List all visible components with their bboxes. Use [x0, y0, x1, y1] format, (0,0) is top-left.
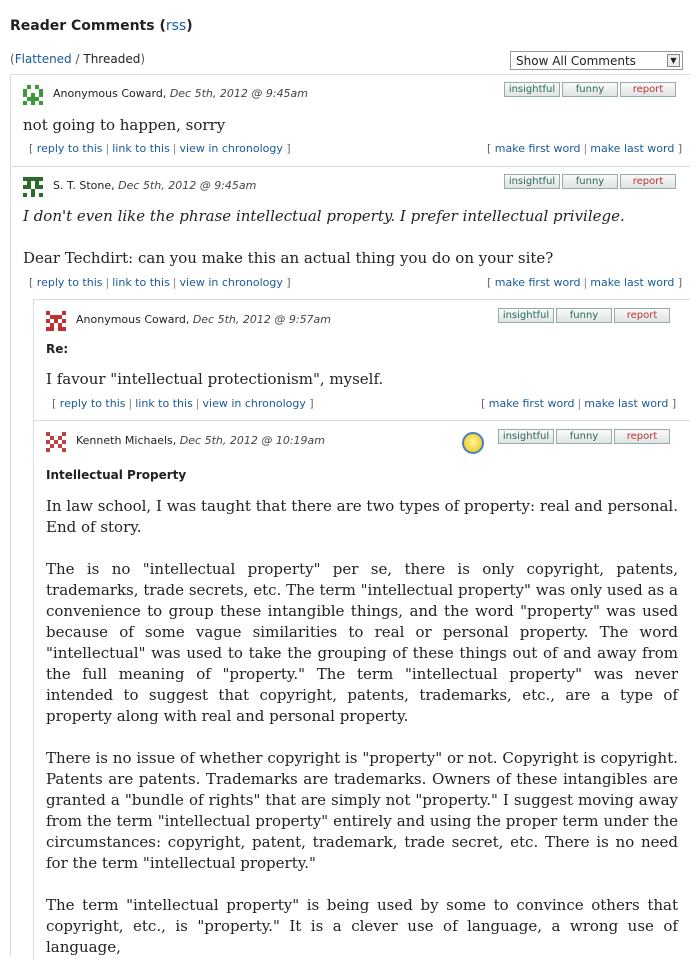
word-actions: [ make first word | make last word ] [481, 397, 677, 410]
lightbulb-icon [462, 432, 484, 454]
flattened-link[interactable]: Flattened [15, 52, 72, 66]
comment-text: Dear Techdirt: can you make this an actu… [23, 249, 554, 267]
comment-body: I don't even like the phrase intellectua… [23, 206, 673, 269]
avatar-identicon [23, 85, 43, 105]
comment-actions: [ reply to this | link to this | view in chr… [29, 142, 291, 155]
chronology-link[interactable]: view in chronology [180, 276, 283, 289]
first-word-link[interactable]: make first word [495, 142, 581, 155]
comment-body: I favour "intellectual protectionism", m… [46, 369, 676, 390]
funny-button[interactable]: funny [556, 429, 612, 444]
vote-buttons: insightful funny report [498, 308, 672, 323]
word-actions: [ make first word | make last word ] [487, 142, 683, 155]
comment-text: I favour "intellectual protectionism", m… [46, 370, 384, 388]
first-word-link[interactable]: make first word [495, 276, 581, 289]
comment-actions: [ reply to this | link to this | view in chr… [52, 397, 314, 410]
report-button[interactable]: report [614, 308, 670, 323]
comment-date: Dec 5th, 2012 @ 9:57am [192, 313, 332, 326]
insightful-button[interactable]: insightful [498, 308, 554, 323]
avatar-identicon [46, 432, 66, 452]
comments-header: Reader Comments (rss) [10, 18, 193, 34]
vote-buttons: insightful funny report [498, 429, 672, 444]
comment-author-line: S. T. Stone, Dec 5th, 2012 @ 9:45am [53, 179, 257, 192]
dropdown-arrow-icon[interactable]: ▼ [667, 54, 680, 67]
comment-author-line: Anonymous Coward, Dec 5th, 2012 @ 9:45am [53, 87, 309, 100]
last-word-link[interactable]: make last word [584, 397, 668, 410]
link-to-this[interactable]: link to this [112, 276, 170, 289]
comment-subject: Re: [46, 342, 69, 356]
comment-author[interactable]: Kenneth Michaels [76, 434, 173, 447]
comment-author[interactable]: S. T. Stone [53, 179, 111, 192]
comment-body: In law school, I was taught that there a… [46, 496, 678, 979]
comment-text: The is no "intellectual property" per se… [46, 560, 678, 725]
link-to-this[interactable]: link to this [112, 142, 170, 155]
chronology-link[interactable]: view in chronology [203, 397, 306, 410]
comment-text: There is no issue of whether copyright i… [46, 749, 678, 872]
first-word-link[interactable]: make first word [489, 397, 575, 410]
rss-link[interactable]: rss [166, 18, 186, 34]
reply-link[interactable]: reply to this [37, 276, 103, 289]
report-button[interactable]: report [614, 429, 670, 444]
insightful-button[interactable]: insightful [504, 82, 560, 97]
vote-buttons: insightful funny report [504, 82, 678, 97]
funny-button[interactable]: funny [562, 82, 618, 97]
comment-author-line: Anonymous Coward, Dec 5th, 2012 @ 9:57am [76, 313, 332, 326]
word-actions: [ make first word | make last word ] [487, 276, 683, 289]
comment-date: Dec 5th, 2012 @ 10:19am [179, 434, 325, 447]
comment-author[interactable]: Anonymous Coward [53, 87, 163, 100]
comment-body: not going to happen, sorry [23, 115, 673, 136]
comment-filter-select[interactable]: Show All Comments ▼ [510, 51, 683, 70]
chronology-link[interactable]: view in chronology [180, 142, 283, 155]
comment-author-line: Kenneth Michaels, Dec 5th, 2012 @ 10:19a… [76, 434, 325, 447]
insightful-button[interactable]: insightful [504, 174, 560, 189]
report-button[interactable]: report [620, 174, 676, 189]
report-button[interactable]: report [620, 82, 676, 97]
reply-link[interactable]: reply to this [60, 397, 126, 410]
insightful-button[interactable]: insightful [498, 429, 554, 444]
comment-text: In law school, I was taught that there a… [46, 497, 678, 536]
comment-date: Dec 5th, 2012 @ 9:45am [118, 179, 257, 192]
reply-link[interactable]: reply to this [37, 142, 103, 155]
comment-subject: Intellectual Property [46, 468, 187, 482]
last-word-link[interactable]: make last word [590, 276, 674, 289]
funny-button[interactable]: funny [556, 308, 612, 323]
comment-actions: [ reply to this | link to this | view in chr… [29, 276, 291, 289]
comment-author[interactable]: Anonymous Coward [76, 313, 186, 326]
comment-date: Dec 5th, 2012 @ 9:45am [169, 87, 309, 100]
vote-buttons: insightful funny report [504, 174, 678, 189]
view-toggle: (Flattened / Threaded) [10, 52, 146, 66]
comment-filter-value: Show All Comments [516, 54, 636, 68]
avatar-identicon [46, 311, 66, 331]
comment-text: The term "intellectual property" is bein… [46, 896, 678, 956]
avatar-identicon [23, 177, 43, 197]
comments-title: Reader Comments [10, 18, 155, 34]
comment-text: not going to happen, sorry [23, 116, 226, 134]
comment-text: I don't even like the phrase intellectua… [23, 207, 625, 225]
threaded-label: Threaded [83, 52, 141, 66]
funny-button[interactable]: funny [562, 174, 618, 189]
last-word-link[interactable]: make last word [590, 142, 674, 155]
link-to-this[interactable]: link to this [135, 397, 193, 410]
